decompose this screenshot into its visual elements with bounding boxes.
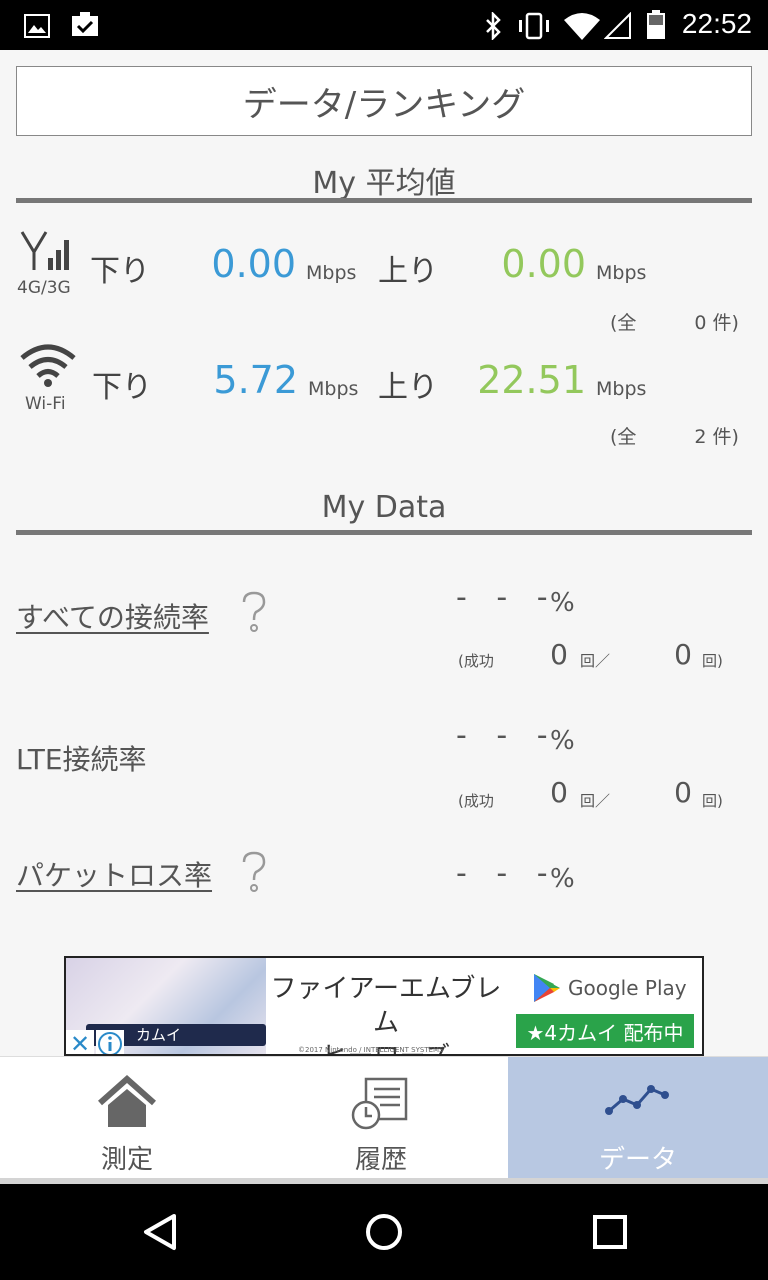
- percent-unit: %: [550, 588, 575, 618]
- ad-title: ファイアーエムブレム ヒーローズ: [266, 972, 506, 1054]
- cell-signal-icon: [604, 12, 631, 39]
- google-play-icon: [534, 974, 560, 1002]
- image-notification-icon: [24, 14, 50, 38]
- tab-data[interactable]: データ: [508, 1057, 768, 1181]
- count-value: 2: [694, 426, 707, 448]
- ad-info-icon[interactable]: [96, 1030, 124, 1056]
- clipboard-check-notification-icon: [72, 12, 98, 36]
- store-name: Google Play: [568, 976, 687, 1000]
- tab-label: 履歴: [354, 1145, 407, 1175]
- history-list-icon: [351, 1077, 408, 1130]
- vibrate-icon: [519, 12, 549, 40]
- count-suffix: 件): [712, 312, 739, 334]
- system-navigation-bar: [0, 1184, 768, 1280]
- download-unit: Mbps: [308, 378, 359, 400]
- percent-unit: %: [550, 726, 575, 756]
- total-count: 0: [674, 638, 692, 671]
- help-question-icon[interactable]: [240, 590, 268, 634]
- tab-label: 測定: [100, 1145, 153, 1175]
- wifi-download-value: 5.72: [213, 358, 298, 402]
- count-prefix: (全: [610, 312, 637, 334]
- wifi-icon-label: Wi-Fi: [25, 394, 66, 414]
- section-divider: [16, 530, 752, 535]
- upload-unit: Mbps: [596, 262, 647, 284]
- all-connection-rate-value: - - -: [456, 580, 558, 615]
- back-icon[interactable]: [140, 1212, 180, 1252]
- percent-unit: %: [550, 864, 575, 894]
- wifi-signal-icon: [564, 13, 600, 40]
- ad-title-line1: ファイアーエムブレム: [270, 974, 502, 1038]
- section-divider: [16, 198, 752, 203]
- status-bar: 22:52: [0, 0, 768, 50]
- mobile-average-row: 4G/3G 下り 0.00 Mbps 上り 0.00 Mbps (全 0 件): [0, 228, 768, 334]
- packet-loss-rate-value: - - -: [456, 856, 558, 891]
- ad-banner[interactable]: カムイ ファイアーエムブレム ヒーローズ ©2017 Nintendo / IN…: [64, 956, 704, 1056]
- success-label: (成功: [458, 792, 494, 810]
- clock: 22:52: [681, 8, 752, 39]
- ad-close-icon[interactable]: ✕: [66, 1030, 94, 1054]
- times-end: 回): [702, 792, 723, 810]
- data-section-heading: My Data: [321, 490, 447, 525]
- battery-icon: [647, 10, 665, 39]
- ad-copyright: ©2017 Nintendo / INTELLIGENT SYSTEMS: [298, 1046, 444, 1054]
- line-chart-icon: [605, 1085, 669, 1115]
- success-label: (成功: [458, 652, 494, 670]
- upload-unit: Mbps: [596, 378, 647, 400]
- total-count: 0: [674, 776, 692, 809]
- download-label: 下り: [90, 254, 150, 289]
- count-suffix: 件): [712, 426, 739, 448]
- tab-history[interactable]: 履歴: [254, 1057, 508, 1181]
- wifi-upload-value: 22.51: [477, 358, 586, 402]
- average-section-heading: My 平均値: [312, 166, 456, 201]
- mobile-download-value: 0.00: [211, 242, 296, 286]
- house-icon: [98, 1075, 156, 1127]
- mobile-icon-label: 4G/3G: [17, 278, 71, 298]
- lte-connection-rate-value: - - -: [456, 718, 558, 753]
- lte-connection-rate-label: LTE接続率: [16, 743, 147, 776]
- google-play-badge: Google Play: [532, 972, 702, 1008]
- page-title: データ/ランキング: [16, 66, 752, 136]
- tab-label: データ: [598, 1145, 677, 1175]
- times-separator: 回／: [580, 792, 611, 810]
- help-question-icon[interactable]: [240, 850, 268, 894]
- all-connection-rate-link[interactable]: すべての接続率: [16, 596, 209, 636]
- mobile-upload-value: 0.00: [501, 242, 586, 286]
- main-content: データ/ランキング My 平均値 4G/3G 下り 0.00 Mbps 上り 0…: [0, 50, 768, 1056]
- download-label: 下り: [92, 370, 152, 405]
- packet-loss-rate-link[interactable]: パケットロス率: [16, 854, 212, 894]
- ad-promo-button[interactable]: ★4カムイ 配布中: [516, 1014, 694, 1048]
- times-end: 回): [702, 652, 723, 670]
- wifi-count: (全 2 件): [610, 422, 739, 449]
- download-unit: Mbps: [306, 262, 357, 284]
- bottom-navigation: 測定 履歴 データ: [0, 1056, 768, 1184]
- upload-label: 上り: [378, 254, 438, 289]
- home-circle-icon[interactable]: [364, 1212, 404, 1252]
- count-value: 0: [694, 312, 707, 334]
- bluetooth-icon: [486, 12, 501, 40]
- wifi-average-row: Wi-Fi 下り 5.72 Mbps 上り 22.51 Mbps (全 2 件): [0, 344, 768, 448]
- upload-label: 上り: [378, 370, 438, 405]
- mobile-count: (全 0 件): [610, 308, 739, 335]
- success-count: 0: [550, 776, 568, 809]
- recents-square-icon[interactable]: [590, 1212, 630, 1252]
- count-prefix: (全: [610, 426, 637, 448]
- tab-measure[interactable]: 測定: [0, 1057, 254, 1181]
- times-separator: 回／: [580, 652, 611, 670]
- success-count: 0: [550, 638, 568, 671]
